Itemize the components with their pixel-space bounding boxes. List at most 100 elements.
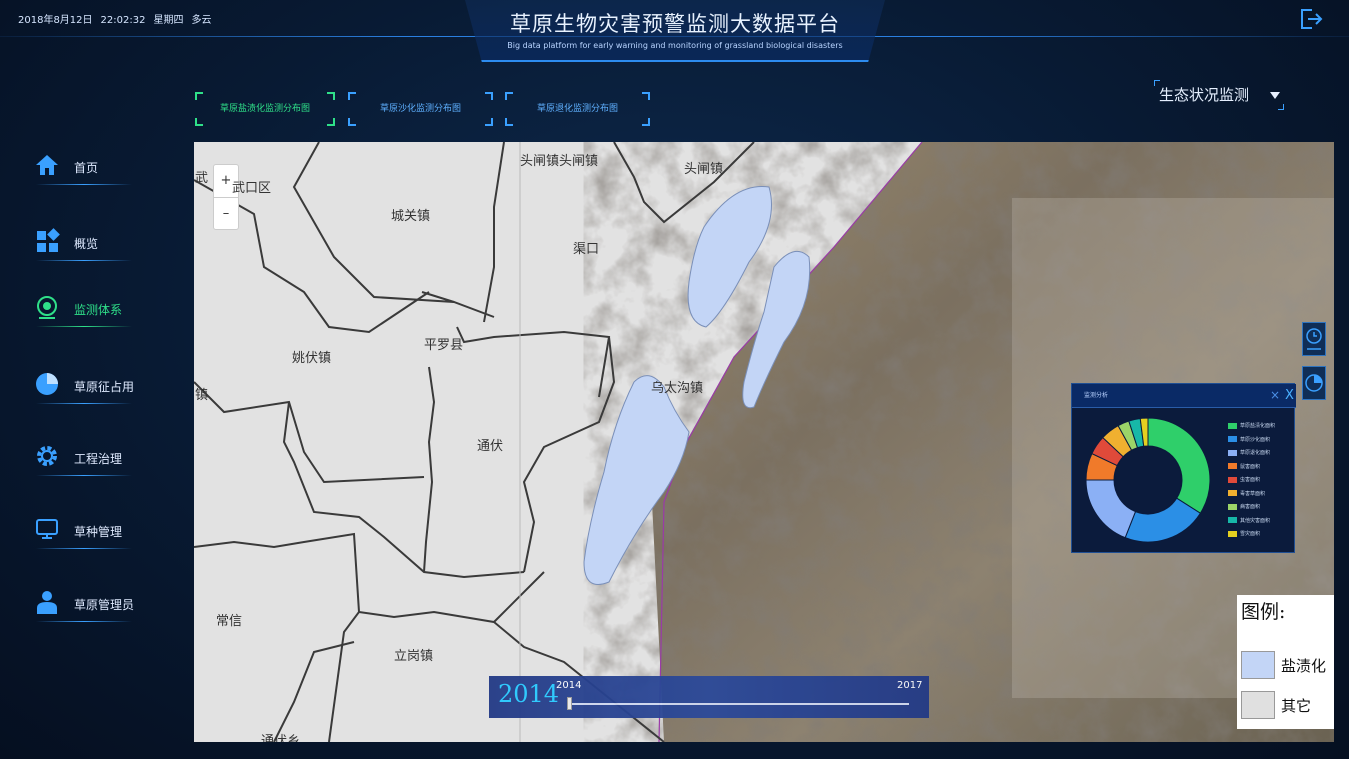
close-button[interactable]: X: [1285, 388, 1294, 403]
donut-legend-item: 草原沙化面积: [1228, 436, 1270, 443]
legend-swatch: [1228, 517, 1237, 523]
monitor-type-select[interactable]: 生态状况监测: [1154, 80, 1284, 110]
map-view[interactable]: + – 头闸镇头闸镇 头闸镇 武口区 武 城关镇 渠口 平罗县 姚伏镇 镇 乌太…: [194, 142, 1334, 742]
sidebar-item-label: 草原征占用: [74, 380, 135, 394]
nav-underline: [36, 621, 132, 622]
donut-legend-item: 毒害草面积: [1228, 490, 1265, 497]
sidebar-item-engineering[interactable]: 工程治理: [30, 439, 140, 479]
place-label: 武: [195, 171, 209, 186]
sidebar-item-monitoring[interactable]: 监测体系: [30, 290, 140, 330]
place-label: 头闸镇: [684, 162, 724, 177]
legend-label: 草原退化面积: [1240, 450, 1271, 456]
sidebar-item-label: 工程治理: [74, 452, 123, 466]
legend-swatch: [1228, 476, 1237, 483]
place-label: 平罗县: [424, 338, 464, 353]
nav-underline: [36, 326, 132, 327]
logout-icon[interactable]: [1298, 7, 1324, 31]
donut-legend-item: 病害面积: [1228, 503, 1260, 510]
chart-toggle-button[interactable]: [1302, 366, 1326, 400]
legend-swatch-other: [1241, 691, 1275, 719]
sidebar-item-administrator[interactable]: 草原管理员: [30, 585, 140, 625]
pie-chart-icon: [1305, 374, 1323, 392]
timeline-end-year: 2017: [897, 680, 923, 691]
popup-title: 监测分析: [1084, 392, 1109, 399]
sidebar-item-label: 首页: [74, 161, 99, 175]
nav-underline: [36, 184, 132, 185]
datetime-bar: 2018年8月12日 22:02:32 星期四 多云: [18, 11, 219, 26]
donut-chart: [1085, 417, 1211, 543]
tab-label: 草原退化监测分布图: [536, 104, 618, 114]
page-subtitle: Big data platform for early warning and …: [507, 41, 843, 50]
donut-legend-item: 虫害面积: [1228, 476, 1260, 483]
sidebar-item-home[interactable]: 首页: [30, 148, 140, 188]
legend-swatch: [1228, 503, 1237, 510]
legend-label: 鼠害面积: [1240, 463, 1261, 470]
sidebar-item-label: 草种管理: [74, 525, 123, 539]
legend-swatch: [1228, 490, 1237, 496]
zoom-control: + –: [213, 164, 239, 230]
tab-degradation[interactable]: 草原退化监测分布图: [505, 92, 650, 126]
tab-salinization[interactable]: 草原盐渍化监测分布图: [195, 92, 335, 126]
year-timeline[interactable]: 2014 2014 2017: [489, 676, 929, 718]
legend-label: 雪灾面积: [1240, 531, 1261, 537]
legend-label: 毒害草面积: [1240, 490, 1266, 497]
close-icon[interactable]: ×: [1270, 388, 1280, 402]
legend-title: 图例:: [1241, 601, 1286, 623]
place-label: 镇: [195, 388, 209, 403]
page-title: 草原生物灾害预警监测大数据平台: [510, 12, 840, 36]
sidebar-item-grass-species[interactable]: 草种管理: [30, 512, 140, 552]
legend-label: 其它: [1281, 697, 1312, 715]
donut-hole: [1115, 447, 1181, 513]
tab-label: 草原沙化监测分布图: [379, 104, 461, 114]
legend-swatch: [1228, 449, 1237, 456]
donut-legend-item: 草原退化面积: [1228, 449, 1270, 456]
legend-swatch: [1228, 436, 1237, 442]
weekday-text: 星期四: [153, 15, 184, 26]
place-label: 乌太沟镇: [651, 381, 704, 396]
gear-icon: [37, 446, 57, 466]
legend-swatch: [1228, 463, 1237, 469]
donut-legend-item: 其他灾害面积: [1228, 517, 1270, 524]
place-label: 常信: [216, 614, 243, 629]
nav-underline: [36, 475, 132, 476]
place-label: 城关镇: [391, 209, 431, 224]
monitor-icon: [37, 296, 57, 319]
timeline-track[interactable]: [569, 703, 909, 705]
time-text: 22:02:32: [100, 15, 146, 26]
analysis-popup: 监测分析 × X 草原盐渍化面积草原沙化面积草原退化面积 鼠害面积虫害面积毒害草面…: [1071, 383, 1296, 553]
pie-icon: [36, 373, 58, 395]
donut-legend-item: 雪灾面积: [1228, 530, 1260, 537]
timeline-handle[interactable]: [567, 697, 572, 710]
place-label: 通伏: [477, 439, 504, 454]
weather-text: 多云: [191, 15, 212, 26]
current-year: 2014: [498, 680, 560, 708]
sidebar-item-occupation[interactable]: 草原征占用: [30, 367, 140, 407]
tab-desertification[interactable]: 草原沙化监测分布图: [348, 92, 493, 126]
date-text: 2018年8月12日: [18, 15, 93, 26]
place-label: 渠口: [573, 242, 600, 257]
legend-label: 草原盐渍化面积: [1240, 423, 1276, 429]
place-label: 姚伏镇: [292, 351, 332, 366]
map-legend: 图例: 盐渍化 其它: [1237, 595, 1334, 729]
time-toggle-button[interactable]: [1302, 322, 1326, 356]
grid-icon: [37, 228, 60, 252]
person-icon: [37, 591, 57, 614]
sidebar-item-label: 草原管理员: [74, 598, 135, 612]
zoom-out-button[interactable]: –: [214, 197, 238, 229]
legend-swatch-salinization: [1241, 651, 1275, 679]
donut-legend-item: 草原盐渍化面积: [1228, 422, 1275, 429]
popup-header: 监测分析 × X: [1072, 384, 1296, 408]
legend-label: 盐渍化: [1281, 657, 1327, 675]
legend-label: 其他灾害面积: [1240, 517, 1271, 524]
sidebar-item-overview[interactable]: 概览: [30, 224, 140, 264]
timeline-start-year: 2014: [556, 680, 582, 691]
legend-label: 病害面积: [1240, 504, 1261, 510]
sidebar-item-label: 概览: [74, 237, 99, 251]
nav-underline: [36, 260, 132, 261]
place-label: 武口区: [232, 181, 272, 196]
sidebar-item-label: 监测体系: [74, 303, 123, 317]
chevron-down-icon: [1270, 92, 1280, 99]
nav-underline: [36, 403, 132, 404]
legend-swatch: [1228, 530, 1237, 537]
legend-label: 虫害面积: [1240, 477, 1261, 483]
